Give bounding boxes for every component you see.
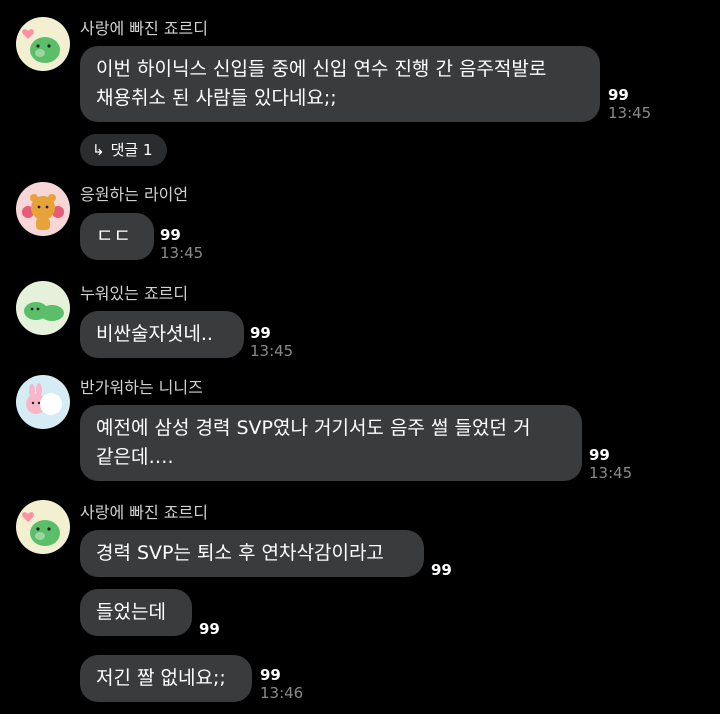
unread-count: 99	[250, 324, 271, 342]
heart-icon	[22, 512, 34, 522]
sender-name: 사랑에 빠진 죠르디	[80, 503, 208, 522]
message-bubble[interactable]: 예전에 삼성 경력 SVP였나 거기서도 음주 썰 들었던 거 같은데….	[80, 405, 582, 481]
message-line: 채용취소 된 사람들 있다네요;;	[96, 87, 337, 109]
unread-count: 99	[260, 666, 281, 684]
avatar-niniz-welcome[interactable]	[16, 375, 70, 429]
message-bubble[interactable]: 저긴 짤 없네요;;	[80, 655, 252, 702]
reply-arrow-icon: ↳	[92, 141, 105, 159]
avatar-jordy-lying[interactable]	[16, 281, 70, 335]
unread-count: 99	[589, 446, 610, 464]
thread-reply-button[interactable]: ↳ 댓글 1	[80, 134, 167, 166]
unread-count: 99	[160, 226, 181, 244]
message-meta: 99 13:45	[160, 226, 203, 262]
message-bubble[interactable]: ㄷㄷ	[80, 213, 154, 260]
message-bubble[interactable]: 이번 하이닉스 신입들 중에 신입 연수 진행 간 음주적발로 채용취소 된 사…	[80, 46, 600, 122]
message-line: ㄷㄷ	[96, 225, 131, 247]
heart-icon	[22, 29, 34, 39]
sender-name: 반가워하는 니니즈	[80, 378, 203, 397]
avatar-ryan-cheer[interactable]	[16, 182, 70, 236]
avatar-jordy-love[interactable]	[16, 500, 70, 554]
message-meta: 99 13:45	[589, 446, 632, 482]
sender-name: 누워있는 죠르디	[80, 284, 189, 303]
message-bubble[interactable]: 들었는데	[80, 589, 192, 636]
timestamp: 13:45	[589, 464, 633, 482]
message-line: 비싼술자셧네..	[96, 323, 213, 345]
message-meta: 99 13:45	[608, 86, 651, 122]
message-line: 들었는데	[96, 601, 166, 623]
message-meta: 99 13:45	[250, 324, 293, 360]
sender-name: 응원하는 라이언	[80, 185, 189, 204]
message-meta: 99	[199, 620, 220, 638]
unread-count: 99	[199, 620, 220, 638]
message-line: 이번 하이닉스 신입들 중에 신입 연수 진행 간 음주적발로	[96, 58, 547, 80]
timestamp: 13:45	[250, 342, 294, 360]
message-line: 저긴 짤 없네요;;	[96, 667, 226, 689]
reply-count-label: 댓글 1	[110, 141, 153, 159]
unread-count: 99	[608, 86, 629, 104]
timestamp: 13:45	[160, 244, 204, 262]
avatar-jordy-love[interactable]	[16, 17, 70, 71]
message-line: 경력 SVP는 퇴소 후 연차삭감이라고	[96, 542, 384, 564]
sender-name: 사랑에 빠진 죠르디	[80, 19, 208, 38]
timestamp: 13:46	[260, 684, 304, 702]
message-bubble[interactable]: 비싼술자셧네..	[80, 311, 244, 358]
message-line: 예전에 삼성 경력 SVP였나 거기서도 음주 썰 들었던 거	[96, 417, 531, 439]
timestamp: 13:45	[608, 104, 652, 122]
unread-count: 99	[431, 561, 452, 579]
message-line: 같은데….	[96, 446, 174, 468]
message-meta: 99 13:46	[260, 666, 303, 702]
message-bubble[interactable]: 경력 SVP는 퇴소 후 연차삭감이라고	[80, 530, 424, 577]
message-meta: 99	[431, 561, 452, 579]
